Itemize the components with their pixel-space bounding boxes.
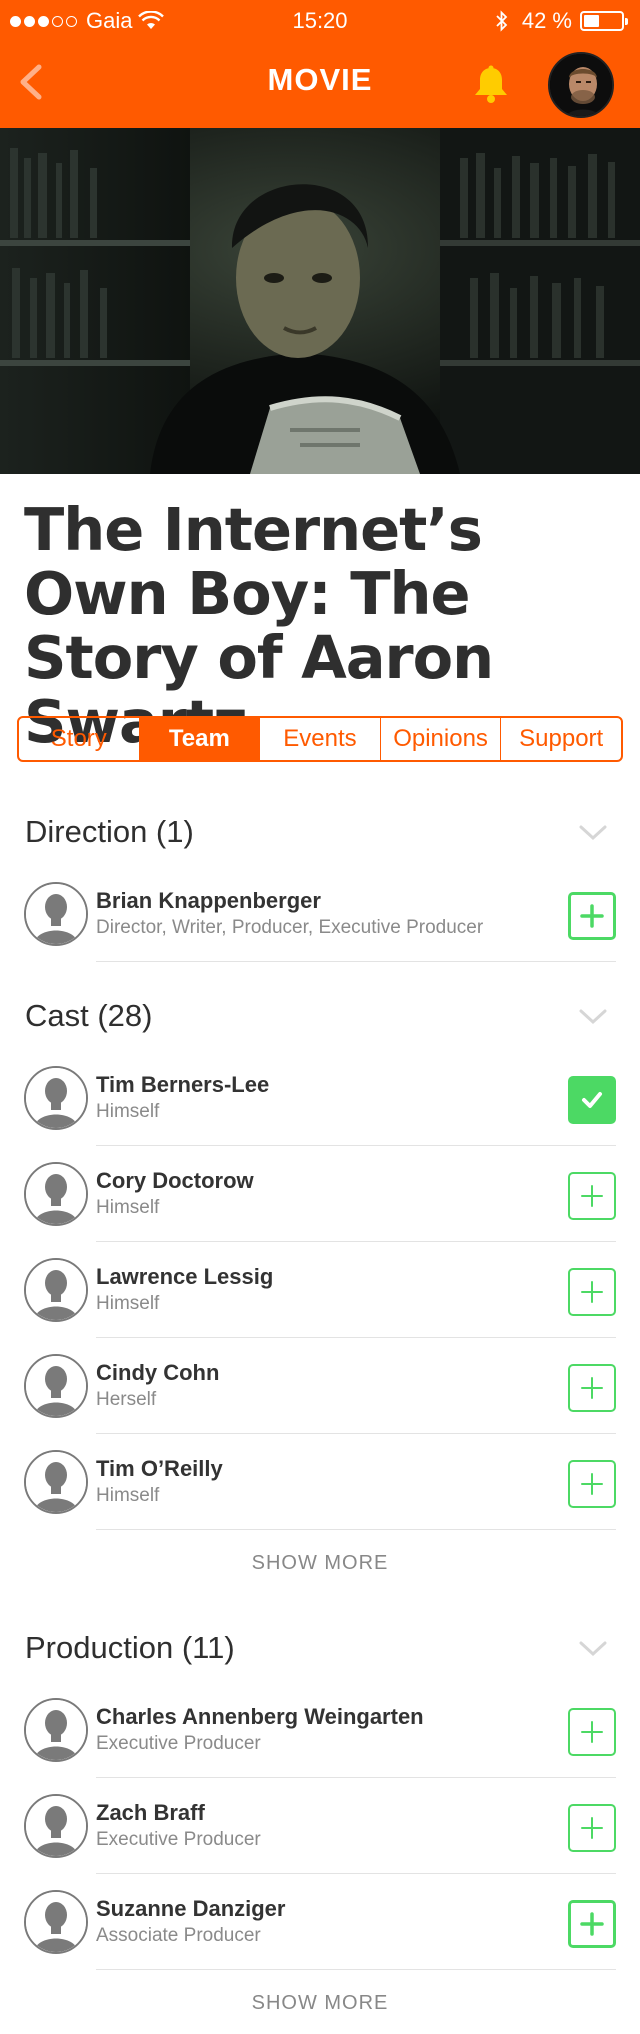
chevron-down-icon[interactable] — [578, 1638, 608, 1658]
person-row[interactable]: Cory Doctorow Himself — [0, 1146, 640, 1242]
battery-percentage: 42 % — [521, 8, 572, 33]
person-row[interactable]: Charles Annenberg Weingarten Executive P… — [0, 1682, 640, 1778]
app-header: Gaia 15:20 42 % MOVIE — [0, 0, 640, 128]
plus-icon — [581, 1281, 603, 1303]
person-row[interactable]: Zach Braff Executive Producer — [0, 1778, 640, 1874]
chevron-down-icon[interactable] — [578, 1006, 608, 1026]
person-name: Cory Doctorow — [96, 1168, 254, 1193]
person-role: Associate Producer — [96, 1925, 261, 1946]
cast-section-header[interactable]: Cast (28) — [0, 986, 640, 1046]
chevron-down-icon[interactable] — [578, 822, 608, 842]
section-tabs: Story Team Events Opinions Support — [17, 716, 623, 762]
production-show-more-button[interactable]: SHOW MORE — [0, 1992, 640, 2015]
plus-icon — [581, 1473, 603, 1495]
notifications-button[interactable] — [466, 60, 516, 110]
follow-button[interactable] — [568, 1708, 616, 1756]
production-section-header[interactable]: Production (11) — [0, 1618, 640, 1678]
person-avatar — [24, 882, 88, 946]
person-silhouette-icon — [26, 1796, 86, 1856]
person-avatar — [24, 1698, 88, 1762]
person-name: Brian Knappenberger — [96, 888, 321, 913]
person-silhouette-icon — [26, 1356, 86, 1416]
page-title: MOVIE — [267, 62, 373, 97]
follow-button[interactable] — [568, 892, 616, 940]
plus-icon — [580, 904, 604, 928]
tab-support[interactable]: Support — [501, 718, 621, 760]
person-row[interactable]: Suzanne Danziger Associate Producer — [0, 1874, 640, 1970]
plus-icon — [581, 1721, 603, 1743]
person-avatar — [24, 1794, 88, 1858]
bell-icon — [475, 65, 507, 103]
person-row[interactable]: Cindy Cohn Herself — [0, 1338, 640, 1434]
movie-poster-image — [0, 128, 640, 474]
user-avatar[interactable] — [548, 52, 614, 118]
plus-icon — [581, 1817, 603, 1839]
person-silhouette-icon — [26, 884, 86, 944]
person-silhouette-icon — [26, 1068, 86, 1128]
direction-section-header[interactable]: Direction (1) — [0, 802, 640, 862]
status-bar: Gaia 15:20 42 % — [0, 0, 640, 40]
follow-button[interactable] — [568, 1172, 616, 1220]
person-name: Tim O’Reilly — [96, 1456, 223, 1481]
section-heading: Direction (1) — [25, 814, 194, 849]
person-name: Suzanne Danziger — [96, 1896, 286, 1921]
tab-story[interactable]: Story — [19, 718, 140, 760]
person-row[interactable]: Lawrence Lessig Himself — [0, 1242, 640, 1338]
follow-button[interactable] — [568, 1460, 616, 1508]
person-row[interactable]: Tim O’Reilly Himself — [0, 1434, 640, 1530]
section-heading: Production (11) — [25, 1630, 235, 1665]
follow-button[interactable] — [568, 1076, 616, 1124]
person-silhouette-icon — [26, 1260, 86, 1320]
follow-button[interactable] — [568, 1268, 616, 1316]
section-heading: Cast (28) — [25, 998, 153, 1033]
person-role: Himself — [96, 1485, 160, 1506]
battery-icon — [580, 11, 628, 31]
person-role: Himself — [96, 1293, 160, 1314]
person-role: Executive Producer — [96, 1733, 261, 1754]
follow-button[interactable] — [568, 1804, 616, 1852]
follow-button[interactable] — [568, 1900, 616, 1948]
person-role: Herself — [96, 1389, 157, 1410]
person-name: Lawrence Lessig — [96, 1264, 274, 1289]
person-role: Director, Writer, Producer, Executive Pr… — [96, 917, 484, 938]
person-silhouette-icon — [26, 1892, 86, 1952]
person-role: Himself — [96, 1101, 160, 1122]
person-name: Charles Annenberg Weingarten — [96, 1704, 424, 1729]
tab-opinions[interactable]: Opinions — [381, 718, 502, 760]
person-avatar — [24, 1258, 88, 1322]
person-role: Executive Producer — [96, 1829, 261, 1850]
person-silhouette-icon — [26, 1700, 86, 1760]
tab-events[interactable]: Events — [260, 718, 381, 760]
person-name: Zach Braff — [96, 1800, 205, 1825]
person-row[interactable]: Brian Knappenberger Director, Writer, Pr… — [0, 866, 640, 962]
person-avatar — [24, 1890, 88, 1954]
plus-icon — [581, 1185, 603, 1207]
person-avatar — [24, 1066, 88, 1130]
person-role: Himself — [96, 1197, 160, 1218]
checkmark-icon — [582, 1092, 602, 1108]
person-avatar — [24, 1450, 88, 1514]
person-silhouette-icon — [26, 1164, 86, 1224]
user-avatar-image — [550, 54, 612, 116]
tab-team[interactable]: Team — [139, 718, 261, 760]
follow-button[interactable] — [568, 1364, 616, 1412]
person-avatar — [24, 1162, 88, 1226]
person-silhouette-icon — [26, 1452, 86, 1512]
plus-icon — [580, 1912, 604, 1936]
person-name: Cindy Cohn — [96, 1360, 220, 1385]
plus-icon — [581, 1377, 603, 1399]
person-avatar — [24, 1354, 88, 1418]
cast-show-more-button[interactable]: SHOW MORE — [0, 1552, 640, 1575]
person-row[interactable]: Tim Berners-Lee Himself — [0, 1050, 640, 1146]
person-name: Tim Berners-Lee — [96, 1072, 270, 1097]
bluetooth-icon — [496, 10, 508, 32]
